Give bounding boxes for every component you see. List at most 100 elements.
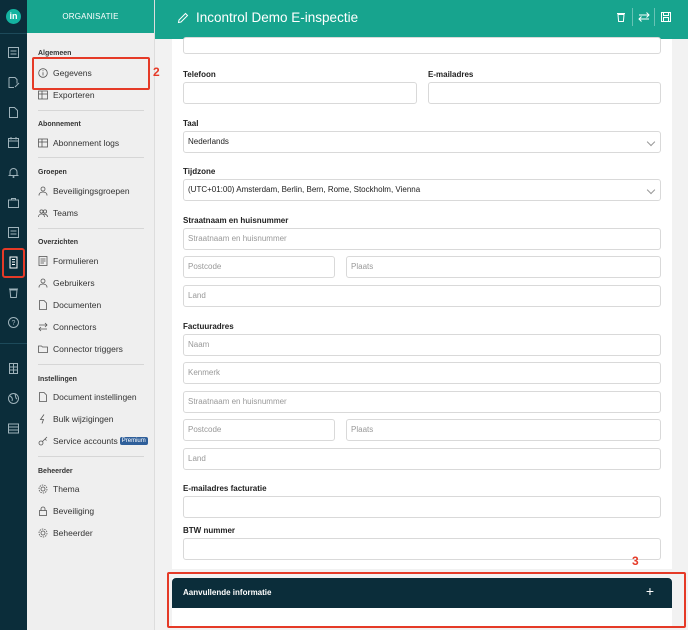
sidebar-item-bulk-wijzigingen[interactable]: Bulk wijzigingen [38, 412, 113, 426]
edit-document-icon[interactable] [7, 76, 20, 89]
document-icon [38, 392, 48, 402]
factuur-adres-input[interactable]: Straatnaam en huisnummer [183, 391, 661, 413]
list-icon[interactable] [7, 226, 20, 239]
plaats-input[interactable]: Plaats [346, 256, 661, 278]
land-input[interactable]: Land [183, 285, 661, 307]
document-icon[interactable] [7, 106, 20, 119]
trash-icon[interactable] [7, 286, 20, 299]
taal-label: Taal [183, 119, 199, 128]
bell-icon[interactable] [7, 166, 20, 179]
briefcase-icon[interactable] [7, 196, 20, 209]
sidebar-item-label: Exporteren [53, 90, 95, 100]
sidebar-item-teams[interactable]: Teams [38, 206, 78, 220]
sidebar-item-document-instellingen[interactable]: Document instellingen [38, 390, 137, 404]
svg-text:?: ? [12, 320, 16, 327]
highlight-box-2 [32, 57, 150, 90]
delete-button[interactable] [610, 8, 632, 26]
premium-badge: Premium [119, 437, 148, 445]
sidebar-divider [38, 228, 144, 229]
telefoon-input[interactable] [183, 82, 417, 104]
highlight-box-3 [167, 572, 686, 628]
annotation-number-3: 3 [632, 554, 639, 568]
postcode-input[interactable]: Postcode [183, 256, 335, 278]
factuur-plaats-input[interactable]: Plaats [346, 419, 661, 441]
sidebar-item-service-accounts[interactable]: Service accounts Premium [38, 434, 148, 448]
tijdzone-value: (UTC+01:00) Amsterdam, Berlin, Bern, Rom… [188, 185, 421, 194]
factuur-postcode-input[interactable]: Postcode [183, 419, 335, 441]
naam-input[interactable]: Naam [183, 334, 661, 356]
sidebar-item-formulieren[interactable]: Formulieren [38, 254, 98, 268]
section-overzichten: Overzichten [38, 239, 79, 246]
kenmerk-input[interactable]: Kenmerk [183, 362, 661, 384]
grid-icon[interactable] [7, 362, 20, 375]
chevron-down-icon [646, 185, 656, 195]
sidebar-item-documenten[interactable]: Documenten [38, 298, 101, 312]
trash-icon [617, 13, 625, 22]
save-button[interactable] [654, 8, 676, 26]
sidebar-divider [38, 364, 144, 365]
email-input[interactable] [428, 82, 661, 104]
connector-arrows-icon [38, 322, 48, 332]
sidebar-item-label: Beveiliging [53, 506, 95, 516]
sidebar-item-label: Thema [53, 484, 80, 494]
teams-icon [38, 208, 48, 218]
sidebar-divider [38, 110, 144, 111]
adres-input[interactable]: Straatnaam en huisnummer [183, 228, 661, 250]
transfer-button[interactable] [632, 8, 654, 26]
sidebar-item-label: Abonnement logs [53, 138, 120, 148]
database-icon[interactable] [7, 422, 20, 435]
sidebar-item-connectors[interactable]: Connectors [38, 320, 96, 334]
page-title[interactable]: Incontrol Demo E-inspectie [177, 10, 358, 25]
sidebar-item-label: Connectors [53, 322, 97, 332]
pencil-icon [177, 12, 189, 23]
sidebar-header: ORGANISATIE [27, 0, 154, 33]
sidebar-item-label: Teams [53, 208, 79, 218]
chevron-down-icon [646, 137, 656, 147]
security-group-icon [38, 186, 48, 196]
sidebar-item-beveiligingsgroepen[interactable]: Beveiligingsgroepen [38, 184, 130, 198]
rail-divider [0, 343, 27, 344]
email-facturatie-input[interactable] [183, 496, 661, 518]
page-title-text: Incontrol Demo E-inspectie [196, 10, 359, 25]
organisation-sidebar: ORGANISATIE Algemeen Gegevens Exporteren… [27, 0, 155, 630]
help-icon[interactable]: ? [7, 316, 20, 329]
section-groepen: Groepen [38, 169, 67, 176]
textarea-field[interactable] [183, 37, 661, 54]
organisation-form: Telefoon E-mailadres Taal Nederlands Tij… [172, 37, 672, 569]
factuur-land-input[interactable]: Land [183, 448, 661, 470]
taal-value: Nederlands [188, 137, 229, 146]
sidebar-item-gebruikers[interactable]: Gebruikers [38, 276, 95, 290]
app-logo[interactable]: in [6, 9, 21, 24]
sidebar-item-exporteren[interactable]: Exporteren [38, 88, 95, 102]
sidebar-item-label: Bulk wijzigingen [53, 414, 114, 424]
calendar-icon[interactable] [7, 136, 20, 149]
sidebar-item-abonnement-logs[interactable]: Abonnement logs [38, 136, 119, 150]
sidebar-item-connector-triggers[interactable]: Connector triggers [38, 342, 123, 356]
dashboard-icon[interactable] [7, 46, 20, 59]
transfer-icon [637, 12, 650, 22]
top-actions [610, 8, 676, 26]
annotation-number-2: 2 [153, 65, 160, 79]
sidebar-item-beheerder[interactable]: Beheerder [38, 526, 93, 540]
sidebar-item-label: Gebruikers [53, 278, 95, 288]
globe-icon[interactable] [7, 392, 20, 405]
btw-input[interactable] [183, 538, 661, 560]
factuuradres-label: Factuuradres [183, 322, 234, 331]
highlight-box-1 [2, 248, 25, 278]
email-label: E-mailadres [428, 70, 474, 79]
lock-icon [38, 506, 48, 516]
sidebar-divider [38, 157, 144, 158]
rail-divider [0, 33, 27, 34]
btw-label: BTW nummer [183, 526, 235, 535]
table-icon [38, 90, 48, 100]
sidebar-item-label: Beheerder [53, 528, 93, 538]
key-icon [38, 436, 48, 446]
sidebar-item-beveiliging[interactable]: Beveiliging [38, 504, 94, 518]
sidebar-item-thema[interactable]: Thema [38, 482, 79, 496]
taal-select[interactable]: Nederlands [183, 131, 661, 153]
document-icon [38, 300, 48, 310]
icon-rail: in ? [0, 0, 27, 630]
tijdzone-select[interactable]: (UTC+01:00) Amsterdam, Berlin, Bern, Rom… [183, 179, 661, 201]
sidebar-item-label: Service accounts [53, 436, 118, 446]
lightning-icon [38, 414, 48, 424]
